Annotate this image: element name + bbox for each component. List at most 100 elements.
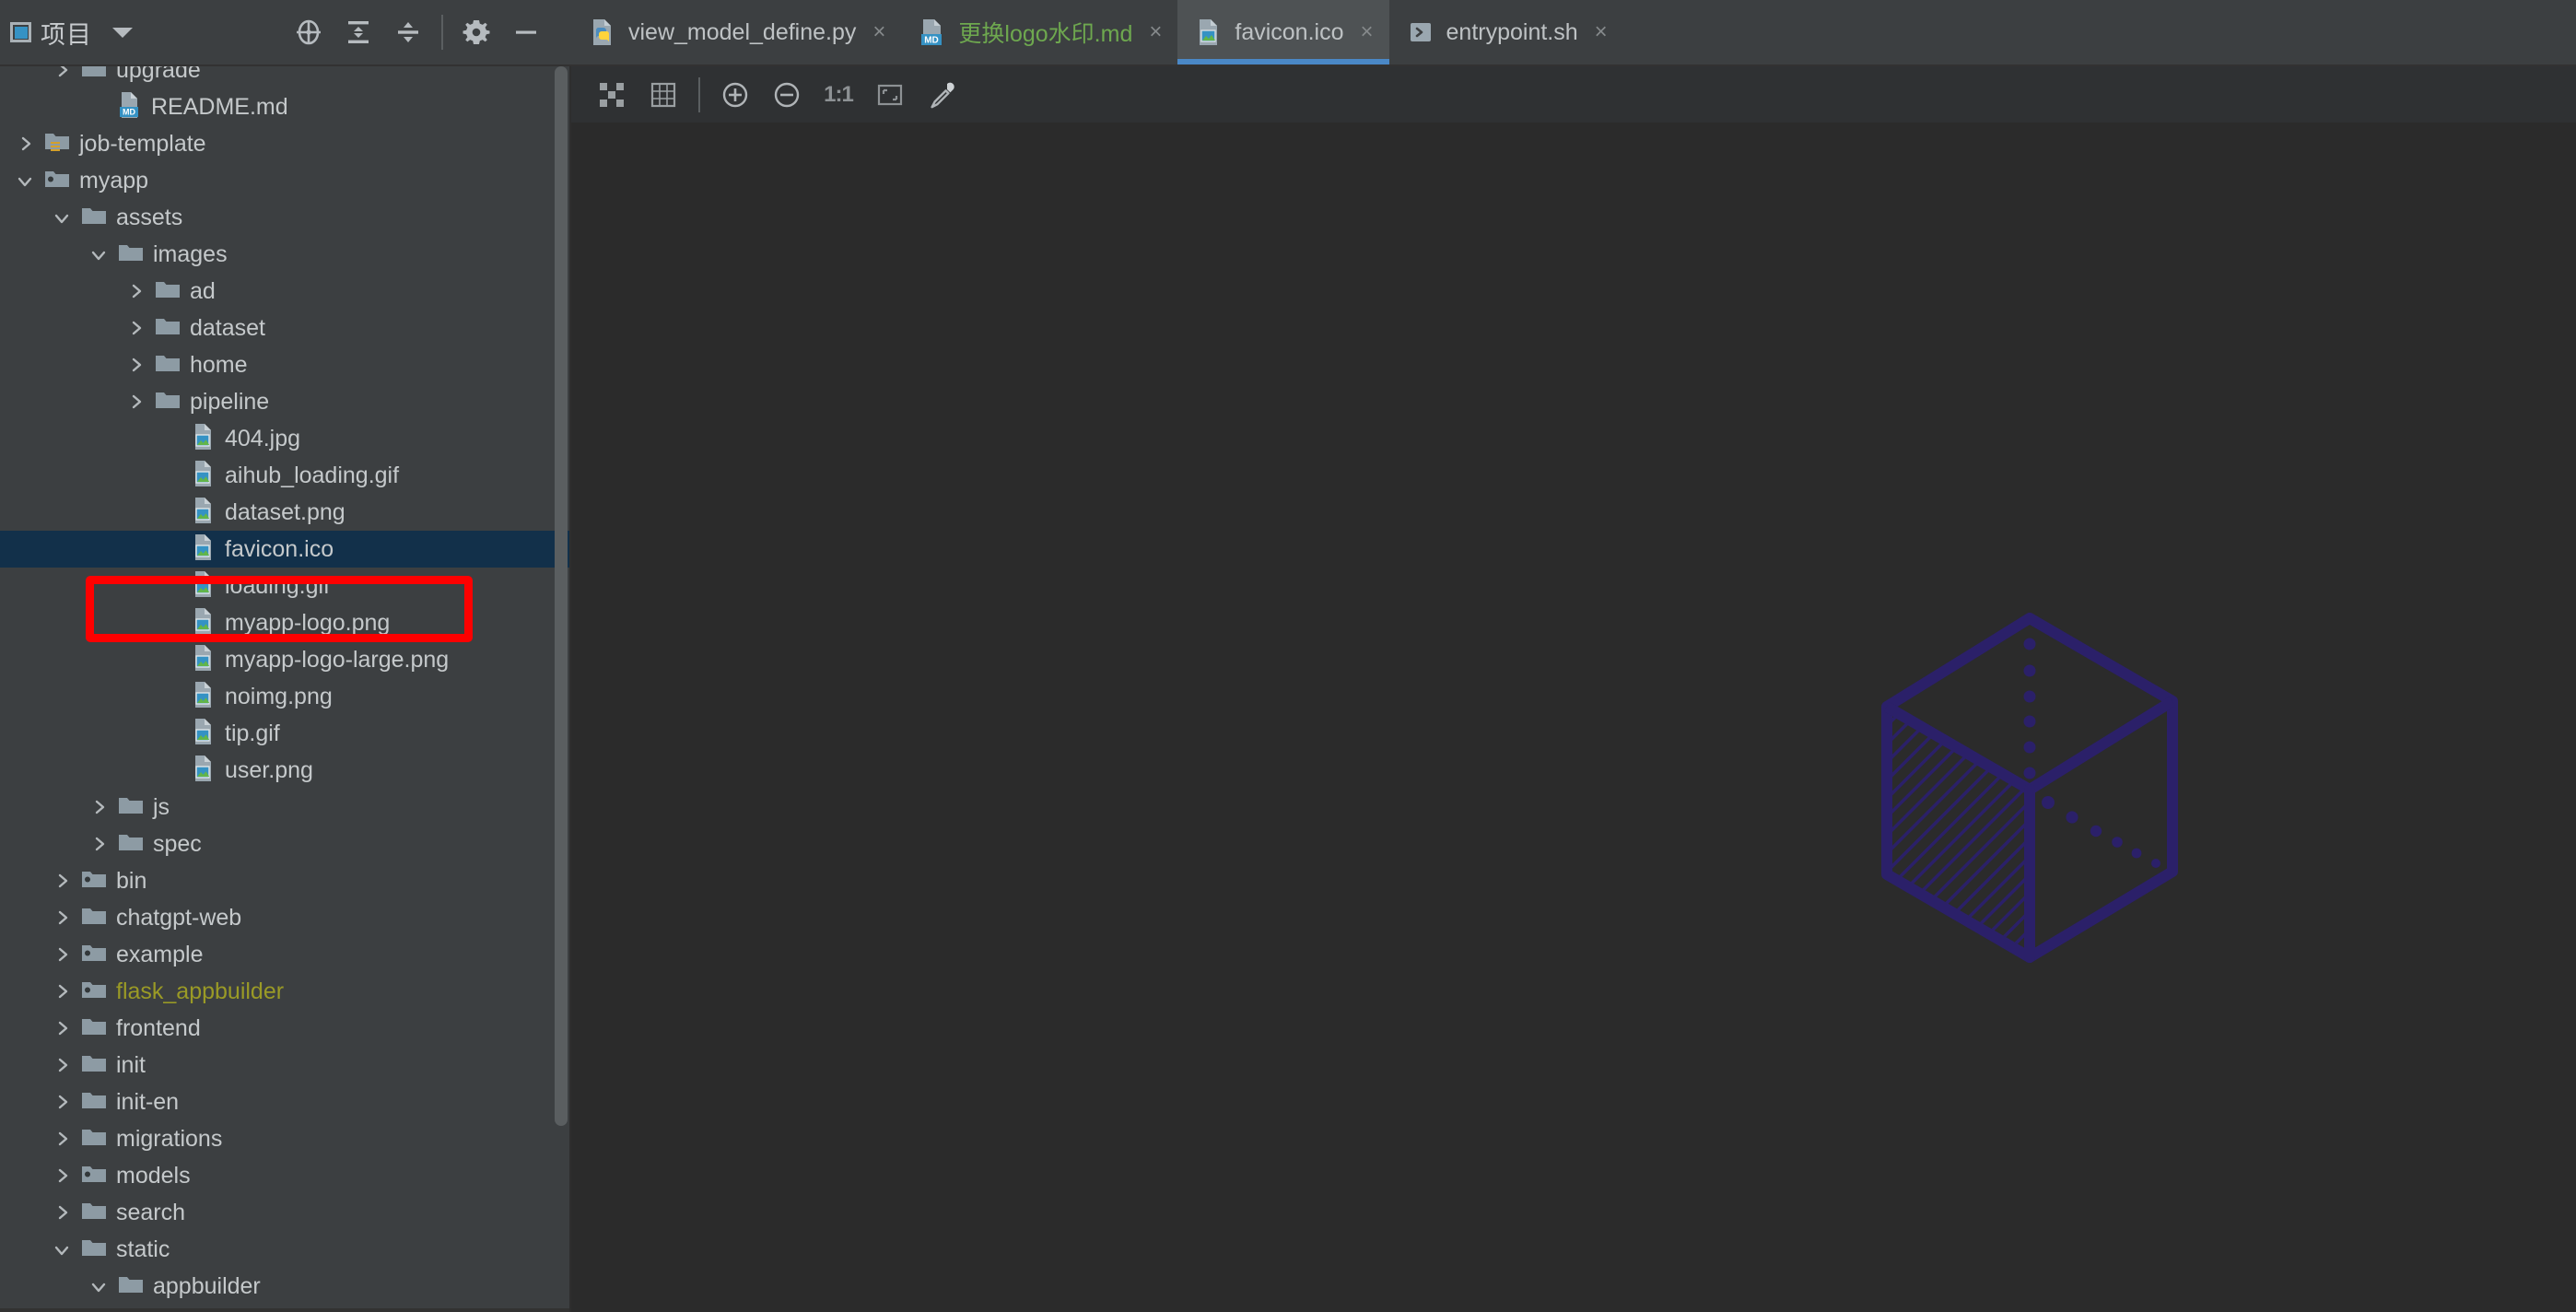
tree-row[interactable]: myapp	[0, 162, 569, 199]
locate-file-icon[interactable]	[284, 7, 334, 57]
tree-row[interactable]: chatgpt-web	[0, 899, 569, 936]
tree-row[interactable]: upgrade	[0, 66, 569, 88]
tree-row[interactable]: models	[0, 1157, 569, 1194]
tree-row[interactable]: ad	[0, 273, 569, 310]
tree-row[interactable]: 404.jpg	[0, 420, 569, 457]
chevron-right-icon[interactable]	[50, 1127, 74, 1151]
chevron-right-icon[interactable]	[87, 832, 111, 856]
tree-row[interactable]: static	[0, 1231, 569, 1268]
chevron-right-icon[interactable]	[50, 906, 74, 930]
python-file-icon	[589, 18, 616, 47]
tree-row[interactable]: bin	[0, 862, 569, 899]
zoom-in-icon[interactable]	[709, 69, 761, 121]
folder-icon	[118, 241, 144, 268]
toggle-transparency-chessboard-icon[interactable]	[586, 69, 638, 121]
tree-row[interactable]: example	[0, 936, 569, 973]
chevron-right-icon[interactable]	[50, 869, 74, 893]
tree-row[interactable]: tip.gif	[0, 715, 569, 752]
tree-row[interactable]: dataset.png	[0, 494, 569, 531]
tree-row[interactable]: pipeline	[0, 383, 569, 420]
tree-row[interactable]: frontend	[0, 1010, 569, 1047]
chevron-right-icon[interactable]	[87, 795, 111, 819]
tree-scroll-area[interactable]: upgrade MD README.md job-template myapp asset…	[0, 66, 569, 1312]
tree-row-label: flask_appbuilder	[116, 978, 285, 1004]
toggle-grid-icon[interactable]	[638, 69, 689, 121]
tree-row[interactable]: job-template	[0, 125, 569, 162]
chevron-down-icon[interactable]	[87, 242, 111, 266]
image-editor-pane: 1:1	[571, 66, 2576, 1312]
tree-row-selected[interactable]: favicon.ico	[0, 531, 569, 568]
tree-row[interactable]: images	[0, 236, 569, 273]
tree-row[interactable]: appbuilder	[0, 1268, 569, 1305]
fit-to-window-icon[interactable]	[864, 69, 916, 121]
editor-tab-entrypoint-sh[interactable]: entrypoint.sh ×	[1389, 0, 1623, 64]
chevron-down-icon[interactable]	[87, 1274, 111, 1298]
settings-gear-icon[interactable]	[451, 7, 501, 57]
tree-row[interactable]: js	[0, 789, 569, 826]
chevron-right-icon[interactable]	[123, 279, 147, 303]
chevron-right-icon[interactable]	[50, 1053, 74, 1077]
tree-row[interactable]: dataset	[0, 310, 569, 346]
tree-row[interactable]: spec	[0, 826, 569, 862]
editor-tab-logo-watermark-md[interactable]: MD 更换logo水印.md ×	[901, 0, 1177, 64]
tree-row-label: example	[116, 941, 204, 967]
editor-tab-favicon-ico[interactable]: favicon.ico ×	[1177, 0, 1389, 64]
tree-row-label: pipeline	[190, 388, 270, 415]
tree-row-label: assets	[116, 204, 183, 230]
actual-size-button[interactable]: 1:1	[813, 69, 864, 121]
close-icon[interactable]: ×	[1595, 21, 1608, 43]
shell-file-icon	[1407, 18, 1434, 46]
tree-row-label: home	[190, 351, 248, 378]
chevron-right-icon[interactable]	[50, 1201, 74, 1224]
close-icon[interactable]: ×	[1361, 21, 1374, 43]
svg-text:MD: MD	[123, 107, 135, 116]
chevron-right-icon[interactable]	[123, 353, 147, 377]
chevron-right-icon[interactable]	[50, 943, 74, 966]
image-canvas[interactable]	[571, 123, 2576, 1312]
chevron-down-icon[interactable]	[13, 169, 37, 193]
editor-tab-label: entrypoint.sh	[1446, 18, 1578, 45]
tree-row[interactable]: MD README.md	[0, 88, 569, 125]
top-strip: 项目 view_model_define.py × MD 更换logo水印.md…	[0, 0, 2576, 66]
chevron-right-icon[interactable]	[123, 390, 147, 414]
tree-row[interactable]: noimg.png	[0, 678, 569, 715]
chevron-right-icon[interactable]	[50, 1090, 74, 1114]
tree-row[interactable]: init	[0, 1047, 569, 1084]
chevron-down-icon[interactable]	[50, 205, 74, 229]
tree-row[interactable]: assets	[0, 199, 569, 236]
color-picker-icon[interactable]	[916, 69, 967, 121]
tree-row[interactable]: aihub_loading.gif	[0, 457, 569, 494]
tree-row[interactable]: migrations	[0, 1120, 569, 1157]
chevron-right-icon[interactable]	[50, 1016, 74, 1040]
zoom-level-label: 1:1	[824, 81, 854, 107]
folder-icon	[81, 1200, 107, 1226]
tree-row-label: migrations	[116, 1125, 223, 1152]
chevron-right-icon[interactable]	[123, 316, 147, 340]
tree-row[interactable]: myapp-logo-large.png	[0, 641, 569, 678]
hide-panel-icon[interactable]	[501, 7, 551, 57]
tree-row-label: images	[153, 240, 228, 267]
close-icon[interactable]: ×	[1149, 21, 1162, 43]
tree-bottom-divider	[0, 1308, 569, 1312]
tree-vertical-scrollbar[interactable]	[555, 66, 568, 1126]
chevron-down-icon[interactable]	[112, 27, 133, 38]
tree-row[interactable]: user.png	[0, 752, 569, 789]
tree-row[interactable]: flask_appbuilder	[0, 973, 569, 1010]
chevron-right-icon[interactable]	[13, 132, 37, 156]
collapse-all-icon[interactable]	[383, 7, 433, 57]
zoom-out-icon[interactable]	[761, 69, 813, 121]
chevron-down-icon[interactable]	[50, 1237, 74, 1261]
image-viewer-toolbar: 1:1	[571, 66, 2576, 123]
editor-tab-view_model_define[interactable]: view_model_define.py ×	[571, 0, 901, 64]
chevron-right-icon[interactable]	[50, 1164, 74, 1188]
tree-row[interactable]: init-en	[0, 1084, 569, 1120]
chevron-right-icon[interactable]	[50, 979, 74, 1003]
tree-row[interactable]: search	[0, 1194, 569, 1231]
close-icon[interactable]: ×	[872, 21, 885, 43]
project-file-tree[interactable]: upgrade MD README.md job-template myapp asset…	[0, 66, 571, 1312]
expand-all-icon[interactable]	[334, 7, 383, 57]
tree-row[interactable]: home	[0, 346, 569, 383]
tree-row[interactable]: myapp-logo.png	[0, 604, 569, 641]
chevron-right-icon[interactable]	[50, 66, 74, 82]
tree-row[interactable]: loading.gif	[0, 568, 569, 604]
